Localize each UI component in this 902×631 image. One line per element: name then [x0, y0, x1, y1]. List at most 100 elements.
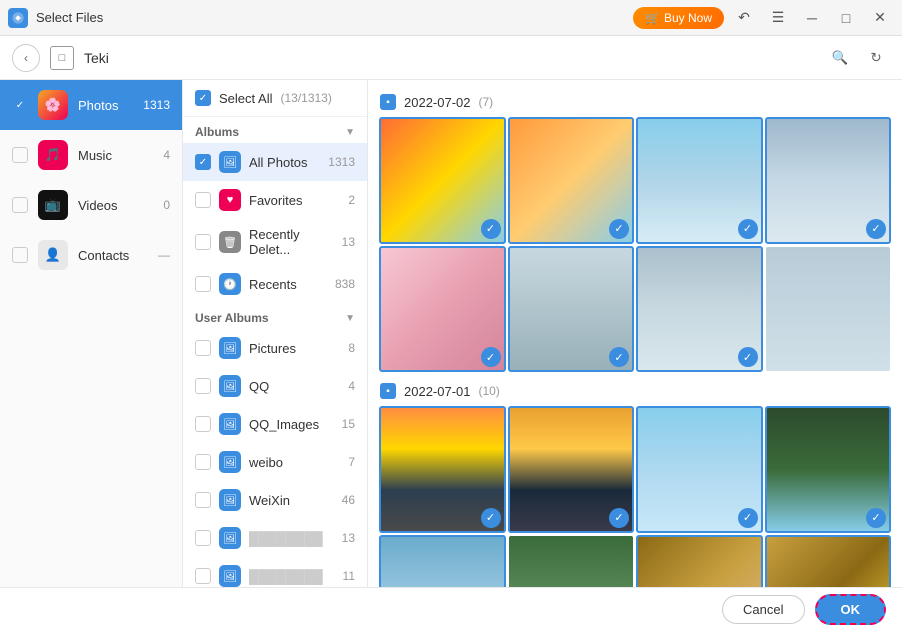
album7-count: 11: [343, 569, 355, 583]
photo-cell[interactable]: ✓: [509, 407, 634, 532]
photo-check-1: ✓: [481, 219, 501, 239]
photos-count: 1313: [143, 98, 170, 112]
rotate-button[interactable]: ↶: [730, 4, 758, 32]
partial-check-icon2: ▪: [386, 386, 390, 397]
favorites-icon: ♥: [219, 189, 241, 211]
photo-check-11: ✓: [866, 508, 886, 528]
cancel-button[interactable]: Cancel: [722, 595, 804, 624]
contacts-label: Contacts: [78, 248, 148, 263]
photo-cell[interactable]: ✓: [380, 118, 505, 243]
qq-count: 4: [348, 379, 355, 393]
date1-count: (7): [479, 95, 494, 109]
album-item-7[interactable]: 🖼 ████████ 11: [183, 557, 367, 587]
album-item-weixin[interactable]: 🖼 WeiXin 46: [183, 481, 367, 519]
album6-count: 13: [342, 531, 355, 545]
photo-cell[interactable]: ✓: [637, 118, 762, 243]
pictures-checkbox[interactable]: [195, 340, 211, 356]
select-all-row[interactable]: ✓ Select All (13/1313): [183, 80, 367, 117]
pictures-label: Pictures: [249, 341, 340, 356]
qq-checkbox[interactable]: [195, 378, 211, 394]
photo-panel: ▪ 2022-07-02 (7) ✓ ✓ ✓ ✓: [368, 80, 902, 587]
recents-icon: 🕐: [219, 273, 241, 295]
photo-cell[interactable]: [509, 536, 634, 588]
photo-grid-1: ✓ ✓ ✓ ✓ ✓ ✓: [380, 118, 890, 371]
app-icon: [8, 8, 28, 28]
album6-label: ████████: [249, 531, 334, 546]
middle-panel: ✓ Select All (13/1313) Albums ▼ ✓ 🖼 All …: [183, 80, 368, 587]
qq-images-checkbox[interactable]: [195, 416, 211, 432]
photo-check-8: ✓: [481, 508, 501, 528]
photo-check-3: ✓: [738, 219, 758, 239]
album7-checkbox[interactable]: [195, 568, 211, 584]
maximize-button[interactable]: □: [832, 4, 860, 32]
refresh-icon: ↻: [870, 50, 881, 66]
photo-cell[interactable]: ✓: [380, 407, 505, 532]
favorites-checkbox[interactable]: [195, 192, 211, 208]
contacts-app-icon: 👤: [38, 240, 68, 270]
menu-button[interactable]: ☰: [764, 4, 792, 32]
photo-cell[interactable]: ✓: [637, 536, 762, 588]
albums-arrow-icon: ▼: [345, 127, 355, 138]
weixin-label: WeiXin: [249, 493, 334, 508]
album-item-recents[interactable]: 🕐 Recents 838: [183, 265, 367, 303]
weixin-checkbox[interactable]: [195, 492, 211, 508]
recently-deleted-checkbox[interactable]: [195, 234, 211, 250]
photo-cell[interactable]: [766, 247, 891, 372]
photo-cell[interactable]: ✓: [766, 536, 891, 588]
back-button[interactable]: ‹: [12, 44, 40, 72]
music-label: Music: [78, 148, 153, 163]
sidebar-item-contacts[interactable]: 👤 Contacts —: [0, 230, 182, 280]
photo-cell[interactable]: ✓: [637, 407, 762, 532]
date1-checkbox[interactable]: ▪: [380, 94, 396, 110]
album-item-6[interactable]: 🖼 ████████ 13: [183, 519, 367, 557]
photo-cell[interactable]: ✓: [509, 247, 634, 372]
album-item-weibo[interactable]: 🖼 weibo 7: [183, 443, 367, 481]
ok-button[interactable]: OK: [815, 594, 887, 625]
sidebar-item-music[interactable]: 🎵 Music 4: [0, 130, 182, 180]
recently-deleted-label: Recently Delet...: [249, 227, 334, 257]
all-photos-checkbox[interactable]: ✓: [195, 154, 211, 170]
recently-deleted-icon: 🗑: [219, 231, 241, 253]
photo-check-2: ✓: [609, 219, 629, 239]
minimize-button[interactable]: ─: [798, 4, 826, 32]
photo-cell[interactable]: ✓: [509, 118, 634, 243]
album-item-pictures[interactable]: 🖼 Pictures 8: [183, 329, 367, 367]
album-item-qq[interactable]: 🖼 QQ 4: [183, 367, 367, 405]
music-checkbox[interactable]: [12, 147, 28, 163]
album-item-all-photos[interactable]: ✓ 🖼 All Photos 1313: [183, 143, 367, 181]
device-name: Teki: [84, 50, 109, 66]
qq-label: QQ: [249, 379, 340, 394]
album6-checkbox[interactable]: [195, 530, 211, 546]
search-button[interactable]: 🔍: [826, 44, 854, 72]
photo-cell[interactable]: ✓: [766, 118, 891, 243]
user-albums-title: User Albums: [195, 311, 269, 325]
select-all-checkbox[interactable]: ✓: [195, 90, 211, 106]
sidebar-item-videos[interactable]: 📺 Videos 0: [0, 180, 182, 230]
photo-cell[interactable]: ✓: [380, 247, 505, 372]
videos-count: 0: [163, 198, 170, 212]
buy-now-button[interactable]: 🛒 Buy Now: [633, 7, 724, 29]
photos-app-icon: 🌸: [38, 90, 68, 120]
contacts-checkbox[interactable]: [12, 247, 28, 263]
album-item-qq-images[interactable]: 🖼 QQ_Images 15: [183, 405, 367, 443]
contacts-count: —: [158, 248, 170, 262]
cart-icon: 🛒: [645, 11, 660, 25]
recents-checkbox[interactable]: [195, 276, 211, 292]
sidebar-item-photos[interactable]: ✓ 🌸 Photos 1313: [0, 80, 182, 130]
weibo-checkbox[interactable]: [195, 454, 211, 470]
photos-checkbox[interactable]: ✓: [12, 97, 28, 113]
date2-checkbox[interactable]: ▪: [380, 383, 396, 399]
photo-cell[interactable]: ✓: [766, 407, 891, 532]
qq-images-label: QQ_Images: [249, 417, 334, 432]
photo-cell[interactable]: ✓: [637, 247, 762, 372]
album-item-recently-deleted[interactable]: 🗑 Recently Delet... 13: [183, 219, 367, 265]
album-item-favorites[interactable]: ♥ Favorites 2: [183, 181, 367, 219]
close-button[interactable]: ✕: [866, 4, 894, 32]
photo-check-6: ✓: [609, 347, 629, 367]
album6-icon: 🖼: [219, 527, 241, 549]
user-albums-arrow-icon: ▼: [345, 313, 355, 324]
refresh-button[interactable]: ↻: [862, 44, 890, 72]
partial-check-icon: ▪: [386, 97, 390, 108]
videos-checkbox[interactable]: [12, 197, 28, 213]
photo-cell[interactable]: ✓: [380, 536, 505, 588]
